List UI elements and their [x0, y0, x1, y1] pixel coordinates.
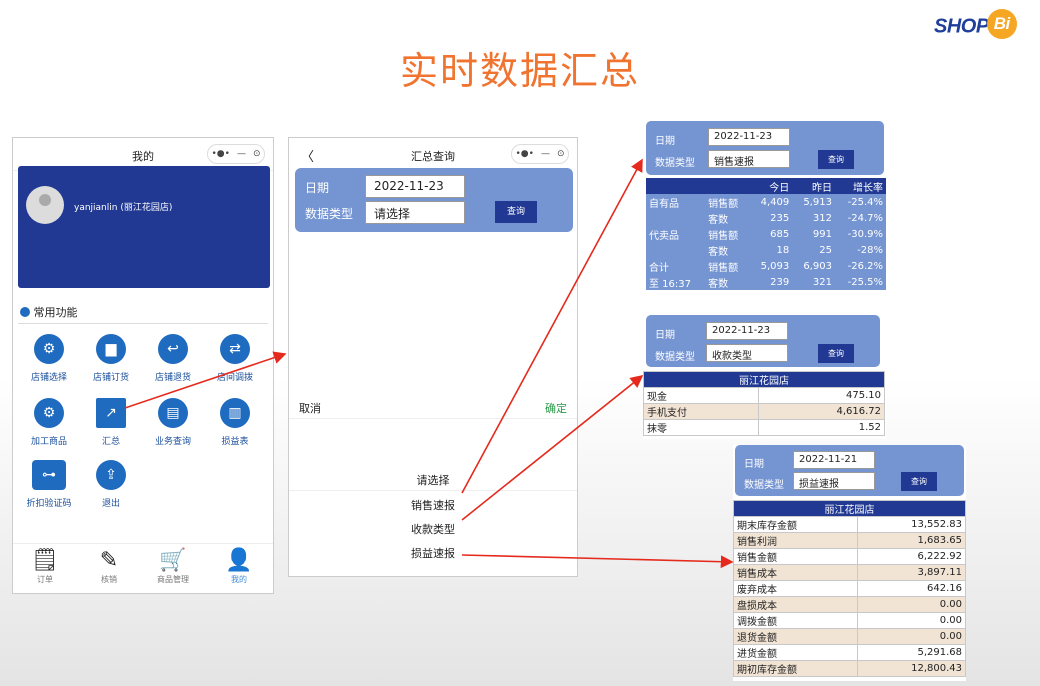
arrow-sales-to-card [461, 158, 643, 494]
arrows-overlay [124, 158, 734, 569]
arrow-profit-to-card [461, 554, 734, 569]
arrow-payment-to-card [461, 375, 644, 521]
arrow-summary-to-query [124, 351, 287, 409]
